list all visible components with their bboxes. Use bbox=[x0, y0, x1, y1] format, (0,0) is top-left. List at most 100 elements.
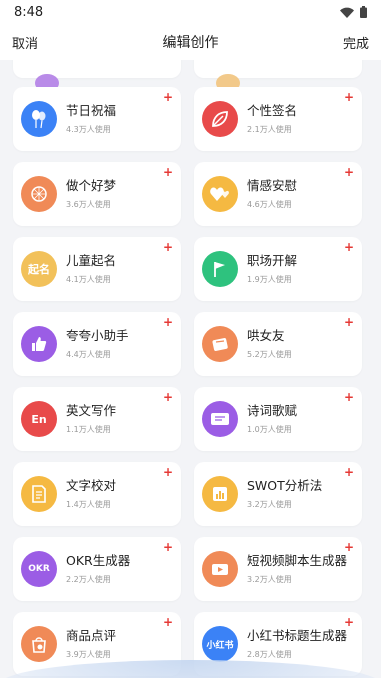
add-icon[interactable]: + bbox=[163, 91, 173, 103]
usage-count: 4.6万人使用 bbox=[247, 200, 292, 209]
add-icon[interactable]: + bbox=[344, 241, 354, 253]
add-icon[interactable]: + bbox=[163, 241, 173, 253]
add-icon[interactable]: + bbox=[344, 391, 354, 403]
flag-icon bbox=[202, 251, 238, 287]
card-title: 哄女友 bbox=[247, 328, 285, 343]
card-text: 英文写作 1.1万人使用 bbox=[66, 403, 116, 435]
partial-card-right[interactable] bbox=[194, 60, 362, 92]
template-card[interactable]: 情感安慰 4.6万人使用 + bbox=[194, 162, 362, 226]
okr-icon: OKR bbox=[21, 551, 57, 587]
card-title: 个性签名 bbox=[247, 103, 298, 118]
add-icon[interactable]: + bbox=[344, 466, 354, 478]
card-title: 情感安慰 bbox=[247, 178, 298, 193]
add-icon[interactable]: + bbox=[163, 541, 173, 553]
wifi-icon bbox=[340, 7, 354, 18]
card-text: 个性签名 2.1万人使用 bbox=[247, 103, 297, 135]
video-icon bbox=[202, 551, 238, 587]
icon-text: 小红书 bbox=[206, 640, 234, 651]
template-card[interactable]: 做个好梦 3.6万人使用 + bbox=[13, 162, 181, 226]
template-card[interactable]: 夸夸小助手 4.4万人使用 + bbox=[13, 312, 181, 376]
app-bar: 取消 编辑创作 完成 bbox=[0, 24, 381, 60]
usage-count: 5.2万人使用 bbox=[247, 350, 292, 359]
document-icon bbox=[21, 476, 57, 512]
template-card[interactable]: 起名 儿童起名 4.1万人使用 + bbox=[13, 237, 181, 301]
card-title: 夸夸小助手 bbox=[66, 328, 129, 343]
template-card[interactable]: 个性签名 2.1万人使用 + bbox=[194, 87, 362, 151]
template-card[interactable]: En 英文写作 1.1万人使用 + bbox=[13, 387, 181, 451]
card-title: SWOT分析法 bbox=[247, 478, 323, 493]
add-icon[interactable]: + bbox=[163, 166, 173, 178]
card-title: 儿童起名 bbox=[66, 253, 117, 268]
card-text: 做个好梦 3.6万人使用 bbox=[66, 178, 116, 210]
card-title: 做个好梦 bbox=[66, 178, 117, 193]
add-icon[interactable]: + bbox=[163, 316, 173, 328]
cancel-button[interactable]: 取消 bbox=[12, 33, 38, 52]
card-title: 职场开解 bbox=[247, 253, 298, 268]
page-title: 编辑创作 bbox=[162, 35, 219, 51]
card-title: 商品点评 bbox=[66, 628, 117, 643]
template-card[interactable]: OKR OKR生成器 2.2万人使用 + bbox=[13, 537, 181, 601]
usage-count: 4.3万人使用 bbox=[66, 125, 111, 134]
card-title: 小红书标题生成器 bbox=[247, 628, 348, 643]
add-icon[interactable]: + bbox=[163, 466, 173, 478]
partial-card-left[interactable] bbox=[13, 60, 181, 92]
card-text: 商品点评 3.9万人使用 bbox=[66, 628, 116, 660]
english-icon: En bbox=[21, 401, 57, 437]
usage-count: 3.6万人使用 bbox=[66, 200, 111, 209]
add-icon[interactable]: + bbox=[344, 316, 354, 328]
usage-count: 3.2万人使用 bbox=[247, 500, 292, 509]
shopping-bag-icon bbox=[21, 626, 57, 662]
card-title: 英文写作 bbox=[66, 403, 117, 418]
add-icon[interactable]: + bbox=[163, 616, 173, 628]
add-icon[interactable]: + bbox=[344, 91, 354, 103]
card-text: 哄女友 5.2万人使用 bbox=[247, 328, 292, 360]
template-card[interactable]: 短视频脚本生成器 3.2万人使用 + bbox=[194, 537, 362, 601]
template-card[interactable]: 文字校对 1.4万人使用 + bbox=[13, 462, 181, 526]
card-text: 诗词歌赋 1.0万人使用 bbox=[247, 403, 297, 435]
status-time: 8:48 bbox=[14, 4, 44, 20]
template-card[interactable]: 节日祝福 4.3万人使用 + bbox=[13, 87, 181, 151]
icon-text: 起名 bbox=[28, 263, 50, 276]
card-title: 节日祝福 bbox=[66, 103, 117, 118]
add-icon[interactable]: + bbox=[163, 391, 173, 403]
partial-row bbox=[0, 60, 381, 92]
card-title: 短视频脚本生成器 bbox=[247, 553, 348, 568]
template-card[interactable]: SWOT分析法 3.2万人使用 + bbox=[194, 462, 362, 526]
done-button[interactable]: 完成 bbox=[343, 33, 369, 52]
usage-count: 3.9万人使用 bbox=[66, 650, 111, 659]
icon-text: OKR bbox=[28, 564, 50, 574]
template-card[interactable]: 诗词歌赋 1.0万人使用 + bbox=[194, 387, 362, 451]
name-badge-icon: 起名 bbox=[21, 251, 57, 287]
card-text: 夸夸小助手 4.4万人使用 bbox=[66, 328, 129, 360]
usage-count: 1.4万人使用 bbox=[66, 500, 111, 509]
bar-chart-icon bbox=[202, 476, 238, 512]
add-icon[interactable]: + bbox=[344, 166, 354, 178]
balloon-icon bbox=[21, 101, 57, 137]
add-icon[interactable]: + bbox=[344, 616, 354, 628]
card-title: OKR生成器 bbox=[66, 553, 131, 568]
card-text: 短视频脚本生成器 3.2万人使用 bbox=[247, 553, 347, 585]
usage-count: 2.8万人使用 bbox=[247, 650, 292, 659]
gift-card-icon bbox=[202, 326, 238, 362]
card-text: 节日祝福 4.3万人使用 bbox=[66, 103, 116, 135]
status-bar: 8:48 bbox=[0, 0, 381, 24]
usage-count: 2.1万人使用 bbox=[247, 125, 292, 134]
xiaohongshu-icon: 小红书 bbox=[202, 626, 238, 662]
add-icon[interactable]: + bbox=[344, 541, 354, 553]
card-text: 小红书标题生成器 2.8万人使用 bbox=[247, 628, 347, 660]
icon-text: En bbox=[31, 412, 47, 426]
template-grid: 节日祝福 4.3万人使用 + 个性签名 2.1万人使用 + 做个好梦 3.6万人使用 + 情感安慰… bbox=[0, 87, 381, 676]
usage-count: 1.9万人使用 bbox=[247, 275, 292, 284]
dreamcatcher-icon bbox=[21, 176, 57, 212]
template-card[interactable]: 哄女友 5.2万人使用 + bbox=[194, 312, 362, 376]
card-text: 文字校对 1.4万人使用 bbox=[66, 478, 116, 510]
card-text: 儿童起名 4.1万人使用 bbox=[66, 253, 116, 285]
usage-count: 3.2万人使用 bbox=[247, 575, 292, 584]
scroll-icon bbox=[202, 401, 238, 437]
hearts-icon bbox=[202, 176, 238, 212]
card-text: 情感安慰 4.6万人使用 bbox=[247, 178, 297, 210]
content-area[interactable]: 节日祝福 4.3万人使用 + 个性签名 2.1万人使用 + 做个好梦 3.6万人使用 + 情感安慰… bbox=[0, 60, 381, 678]
usage-count: 4.1万人使用 bbox=[66, 275, 111, 284]
usage-count: 2.2万人使用 bbox=[66, 575, 111, 584]
template-card[interactable]: 职场开解 1.9万人使用 + bbox=[194, 237, 362, 301]
